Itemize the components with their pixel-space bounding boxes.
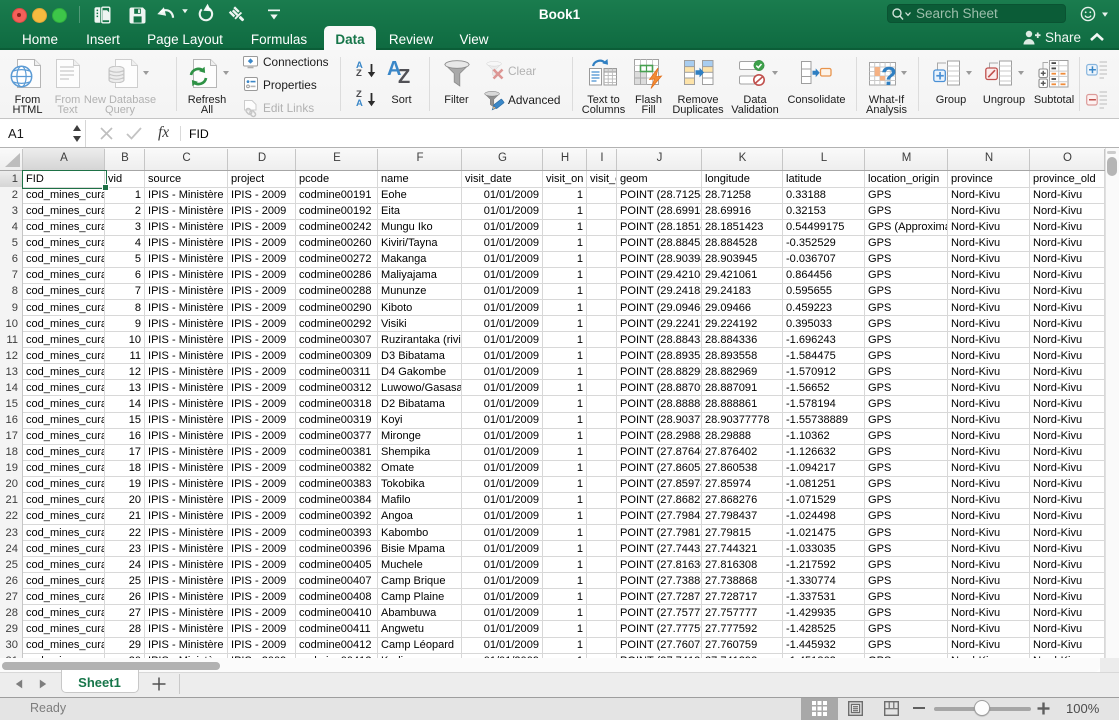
svg-text:?: ? xyxy=(881,62,897,88)
